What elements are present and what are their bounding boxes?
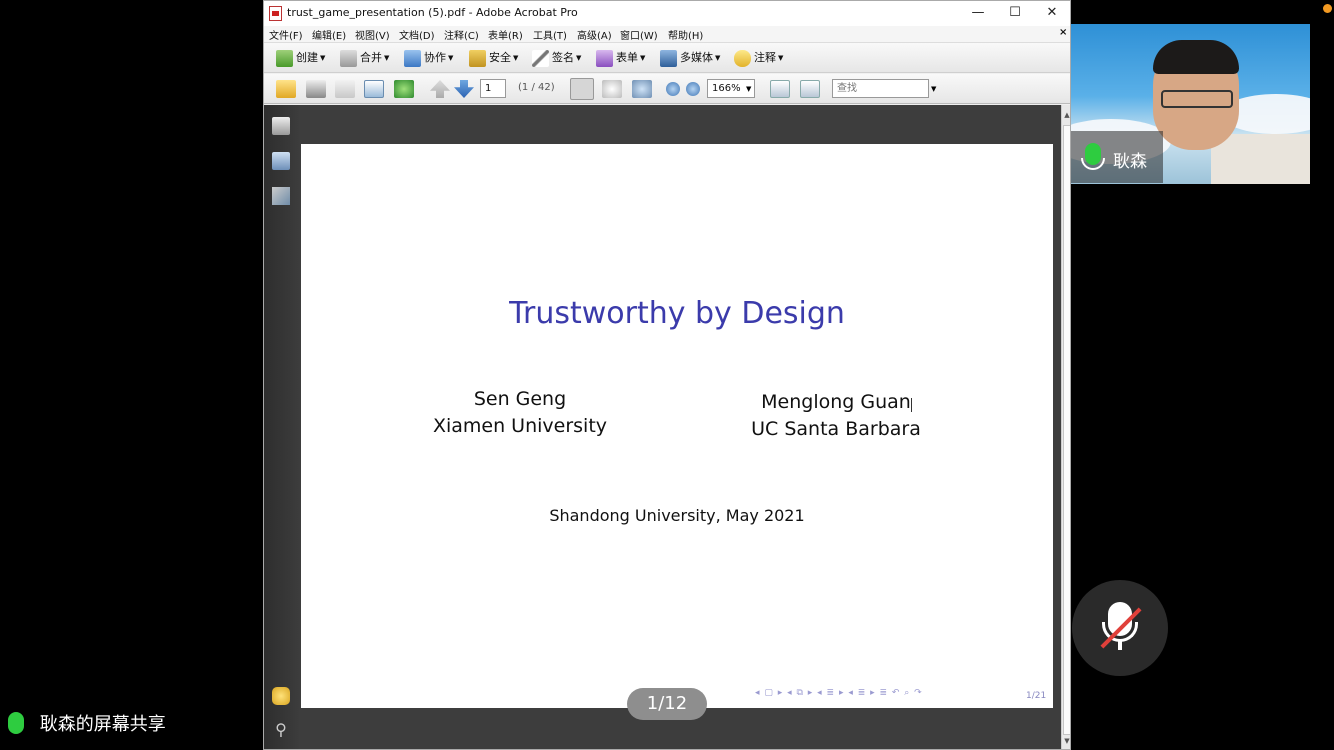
zoom-out-icon[interactable] — [666, 82, 680, 96]
menu-edit[interactable]: 编辑(E) — [312, 27, 346, 42]
pdf-file-icon — [269, 6, 282, 21]
menu-tools[interactable]: 工具(T) — [533, 27, 567, 42]
scroll-down-icon[interactable]: ▼ — [1062, 737, 1070, 745]
text-cursor-icon — [911, 398, 912, 412]
save-icon[interactable] — [335, 80, 355, 98]
comment-icon — [734, 49, 751, 67]
title-bar: trust_game_presentation (5).pdf - Adobe … — [264, 1, 1070, 26]
menu-comments[interactable]: 注释(C) — [444, 27, 479, 42]
multimedia-icon — [660, 49, 677, 67]
pages-panel-icon[interactable] — [272, 117, 290, 135]
zoom-in-icon[interactable] — [686, 82, 700, 96]
close-button[interactable]: ✕ — [1034, 1, 1070, 26]
microphone-icon — [8, 712, 24, 734]
beamer-navigation[interactable]: ◂ ▢ ▸ ◂ ⧉ ▸ ◂ ≣ ▸ ◂ ≣ ▸ ≣ ↶ ⌕ ↷ — [755, 688, 923, 698]
mute-button[interactable] — [1072, 580, 1168, 676]
maximize-button[interactable]: ☐ — [997, 1, 1033, 26]
zoom-tool-icon[interactable] — [632, 80, 652, 98]
video-hair — [1153, 40, 1239, 74]
minimize-button[interactable]: — — [960, 1, 996, 26]
create-icon — [276, 49, 293, 67]
multimedia-button[interactable]: 多媒体 ▼ — [660, 49, 720, 69]
navigation-toolbar: 1 (1 / 42) 166% ▼ 查找 ▼ — [264, 74, 1070, 104]
menu-forms[interactable]: 表单(R) — [488, 27, 523, 42]
share-status-label: 耿森的屏幕共享 — [39, 714, 166, 735]
participant-video[interactable]: 耿森 — [1071, 24, 1310, 184]
author-1-affiliation: Xiamen University — [432, 415, 608, 437]
vertical-scrollbar[interactable]: ▲ ▼ — [1061, 105, 1070, 749]
menu-document[interactable]: 文档(D) — [399, 27, 435, 42]
menu-file[interactable]: 文件(F) — [269, 27, 303, 42]
secure-button[interactable]: 安全 ▼ — [469, 49, 518, 69]
comments-panel-icon[interactable] — [272, 687, 290, 705]
attachments-panel-icon[interactable]: ⚲ — [272, 721, 290, 739]
slide-title: Trustworthy by Design — [509, 296, 845, 331]
comment-button[interactable]: 注释 ▼ — [734, 49, 783, 69]
signatures-panel-icon[interactable] — [272, 187, 290, 205]
author-2: Menglong Guan UC Santa Barbara — [721, 389, 951, 443]
author-2-name: Menglong Guan — [761, 391, 911, 413]
author-2-affiliation: UC Santa Barbara — [751, 418, 921, 440]
lock-icon — [469, 49, 486, 67]
combine-button[interactable]: 合并 ▼ — [340, 49, 389, 69]
menu-close-document[interactable]: × — [1059, 27, 1067, 38]
task-toolbar: 创建 ▼ 合并 ▼ 协作 ▼ 安全 ▼ 签名 ▼ 表单 ▼ 多媒体 ▼ 注释 ▼ — [264, 43, 1070, 73]
select-text-tool-icon[interactable] — [570, 78, 594, 100]
fit-page-icon[interactable] — [800, 80, 820, 98]
sign-button[interactable]: 签名 ▼ — [532, 49, 581, 69]
microphone-stand — [1081, 158, 1105, 170]
combine-icon — [340, 49, 357, 67]
form-icon — [596, 49, 613, 67]
email-icon[interactable] — [364, 80, 384, 98]
window-title: trust_game_presentation (5).pdf - Adobe … — [287, 6, 578, 19]
hand-tool-icon[interactable] — [602, 80, 622, 98]
collaborate-button[interactable]: 协作 ▼ — [404, 49, 453, 69]
next-page-icon[interactable] — [454, 80, 474, 98]
menu-bar: 文件(F) 编辑(E) 视图(V) 文档(D) 注释(C) 表单(R) 工具(T… — [264, 26, 1070, 43]
menu-window[interactable]: 窗口(W) — [620, 27, 658, 42]
menu-advanced[interactable]: 高级(A) — [577, 27, 612, 42]
participant-name-bar: 耿森 — [1071, 131, 1163, 183]
scroll-thumb[interactable] — [1063, 125, 1070, 735]
page-count: (1 / 42) — [518, 82, 555, 93]
collaborate-icon — [404, 49, 421, 67]
create-button[interactable]: 创建 ▼ — [276, 49, 325, 69]
author-1-name: Sen Geng — [473, 388, 567, 410]
mic-stem — [1118, 640, 1122, 650]
pdf-page: Trustworthy by Design Sen Geng Xiamen Un… — [301, 144, 1053, 720]
slide-venue: Shandong University, May 2021 — [549, 506, 805, 525]
bookmarks-panel-icon[interactable] — [272, 152, 290, 170]
search-input[interactable]: 查找 — [832, 79, 929, 98]
open-folder-icon[interactable] — [276, 80, 296, 98]
forms-button[interactable]: 表单 ▼ — [596, 49, 645, 69]
search-dropdown-icon[interactable]: ▼ — [931, 85, 936, 93]
slide-number: 1/21 — [1026, 691, 1047, 701]
video-glasses — [1161, 90, 1233, 108]
pen-icon — [532, 49, 549, 67]
fit-width-icon[interactable] — [770, 80, 790, 98]
page-indicator: 1/12 — [627, 688, 707, 720]
zoom-dropdown-icon[interactable]: ▼ — [746, 85, 751, 93]
scroll-up-icon[interactable]: ▲ — [1062, 111, 1070, 119]
video-shirt — [1211, 134, 1310, 184]
screen-share-status: 耿森的屏幕共享 — [8, 710, 166, 736]
menu-view[interactable]: 视图(V) — [355, 27, 390, 42]
print-icon[interactable] — [306, 80, 326, 98]
author-1: Sen Geng Xiamen University — [405, 386, 635, 440]
upload-icon[interactable] — [394, 80, 414, 98]
previous-page-icon[interactable] — [430, 80, 450, 98]
navigation-panel: ⚲ — [264, 105, 299, 749]
recording-indicator — [1323, 4, 1332, 13]
menu-help[interactable]: 帮助(H) — [668, 27, 703, 42]
page-number-input[interactable]: 1 — [480, 79, 506, 98]
participant-name: 耿森 — [1113, 152, 1147, 172]
